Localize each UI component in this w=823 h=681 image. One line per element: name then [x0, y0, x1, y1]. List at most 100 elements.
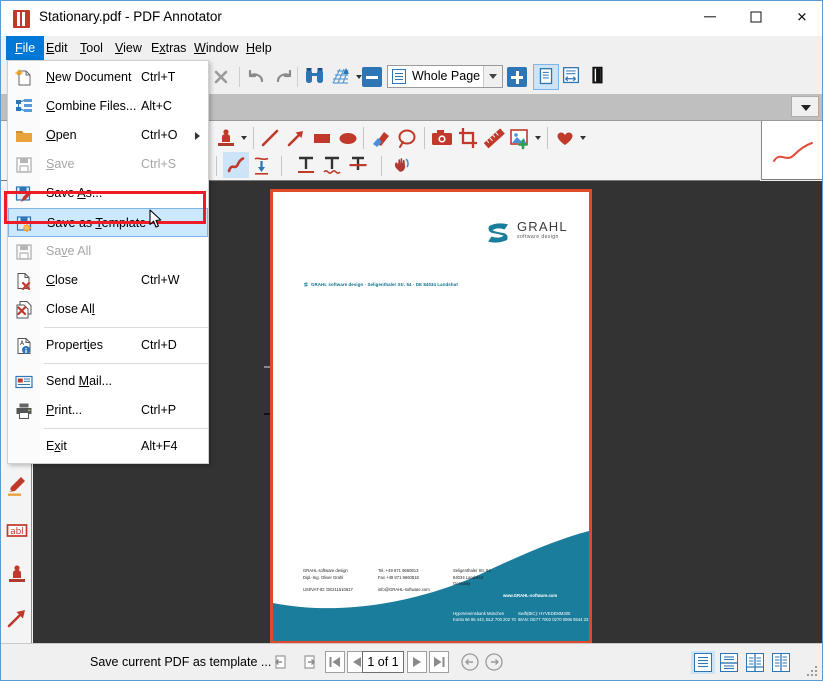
first-page-button[interactable] — [325, 651, 345, 673]
forward-button[interactable] — [483, 652, 505, 673]
footer-bank: HypoVereinsbank München Konto 66 95 443,… — [453, 611, 516, 623]
view-mode-single-page[interactable] — [691, 651, 715, 674]
view-mode-continuous[interactable] — [717, 651, 741, 674]
tool-eraser[interactable] — [368, 125, 394, 151]
menu-item-close[interactable]: Close Ctrl+W — [8, 266, 208, 295]
page-icon — [392, 69, 406, 84]
logo-subtitle: software design — [517, 234, 559, 240]
tool-ruler[interactable] — [481, 125, 507, 151]
menu-item-label: Save as Template — [47, 209, 146, 238]
back-button[interactable] — [459, 652, 481, 673]
stamp-dropdown-caret[interactable] — [241, 136, 247, 140]
menu-item-accel: Ctrl+T — [141, 63, 175, 92]
insert-image-dropdown-caret[interactable] — [535, 136, 541, 140]
tool-arrow[interactable] — [283, 125, 309, 151]
tool-strikeout[interactable] — [345, 152, 371, 178]
view-mode-two-pages-continuous[interactable] — [769, 651, 793, 674]
tool-rectangle[interactable] — [309, 125, 335, 151]
close-icon: ✕ — [797, 11, 808, 24]
menu-item-save-as-template[interactable]: Save as Template — [8, 208, 208, 237]
print-icon — [15, 402, 33, 420]
tool-underline[interactable] — [293, 152, 319, 178]
view-single-page-button[interactable] — [533, 64, 559, 90]
send-mail-icon — [15, 373, 33, 391]
properties-icon: A — [15, 337, 33, 355]
status-bar: Save current PDF as template ... 1 of 1 — [1, 643, 822, 681]
tool-squiggly[interactable] — [319, 152, 345, 178]
status-hint: Save current PDF as template ... — [90, 655, 271, 669]
pen-preview-panel — [761, 121, 822, 180]
tool-pen[interactable] — [223, 152, 249, 178]
menu-item-new-document[interactable]: New Document Ctrl+T — [8, 63, 208, 92]
menu-item-print[interactable]: Print... Ctrl+P — [8, 396, 208, 425]
document-logo: GRAHL software design — [485, 218, 567, 248]
menu-item-accel: Ctrl+P — [141, 396, 176, 425]
menu-item-exit[interactable]: Exit Alt+F4 — [8, 432, 208, 461]
chevron-down-icon[interactable] — [483, 66, 502, 87]
tool-favorites[interactable] — [552, 125, 578, 151]
redo-button[interactable] — [270, 64, 296, 90]
tool-highlighter[interactable] — [4, 473, 30, 499]
close-all-icon — [15, 301, 33, 319]
menu-item-label: Combine Files... — [46, 92, 136, 121]
menu-separator — [44, 363, 208, 364]
page-indicator[interactable]: 1 of 1 — [362, 651, 404, 673]
zoom-in-button[interactable] — [507, 67, 527, 87]
pdf-page[interactable]: GRAHL software design GRAHL software des… — [270, 189, 592, 644]
grid-button[interactable] — [328, 64, 354, 90]
menu-item-label: Close — [46, 266, 78, 295]
last-page-button[interactable] — [429, 651, 449, 673]
menu-item-save: Save Ctrl+S — [8, 150, 208, 179]
resize-grip[interactable] — [807, 666, 819, 678]
menu-item-open[interactable]: Open Ctrl+O — [8, 121, 208, 150]
menu-separator — [44, 327, 208, 328]
close-document-button[interactable] — [208, 64, 234, 90]
tool-insert-image[interactable] — [507, 125, 533, 151]
tool-snapshot[interactable] — [429, 125, 455, 151]
tool-lasso[interactable] — [394, 125, 420, 151]
menu-item-accel: Ctrl+D — [141, 331, 177, 360]
menu-help[interactable]: Help — [237, 36, 281, 60]
maximize-button[interactable] — [733, 1, 779, 33]
menu-item-label: New Document — [46, 63, 131, 92]
find-button[interactable] — [302, 64, 328, 90]
previous-view-button[interactable] — [271, 652, 293, 673]
grahl-logo-mark — [485, 220, 512, 246]
view-mode-two-pages[interactable] — [743, 651, 767, 674]
footer-column-2: Tel. +49 871 9660813 Fax +49 871 9660818… — [378, 568, 430, 593]
tool-pressure-pen[interactable] — [249, 152, 275, 178]
footer-column-1: GRAHL software design Dipl.-Ing. Oliver … — [303, 568, 353, 593]
combine-files-icon — [15, 98, 33, 116]
zoom-combobox[interactable]: Whole Page — [387, 65, 503, 88]
tool-ellipse[interactable] — [335, 125, 361, 151]
tool-text-box[interactable]: abl — [4, 517, 30, 543]
undo-button[interactable] — [244, 64, 270, 90]
tool-arrow-left[interactable] — [4, 605, 30, 631]
tab-list-dropdown[interactable] — [791, 96, 819, 117]
menu-item-save-as[interactable]: Save As... — [8, 179, 208, 208]
menu-item-send-mail[interactable]: Send Mail... — [8, 367, 208, 396]
menu-item-accel: Ctrl+W — [141, 266, 180, 295]
menu-bar: File Edit Tool View Extras Window Help — [1, 36, 822, 61]
zoom-out-button[interactable] — [362, 67, 382, 87]
next-page-button[interactable] — [407, 651, 427, 673]
save-icon — [15, 156, 33, 174]
tool-crop[interactable] — [455, 125, 481, 151]
menu-item-properties[interactable]: A Properties Ctrl+D — [8, 331, 208, 360]
view-fullscreen-button[interactable] — [585, 64, 611, 90]
minimize-button[interactable] — [687, 1, 733, 33]
favorites-dropdown-caret[interactable] — [580, 136, 586, 140]
menu-item-close-all[interactable]: Close All — [8, 295, 208, 324]
tool-hand[interactable] — [389, 152, 415, 178]
save-as-template-icon — [16, 215, 34, 233]
view-fit-width-button[interactable] — [559, 64, 585, 90]
next-view-button[interactable] — [297, 652, 319, 673]
menu-item-label: Properties — [46, 331, 103, 360]
menu-item-accel: Ctrl+O — [141, 121, 177, 150]
menu-item-accel: Alt+F4 — [141, 432, 177, 461]
tool-stamp[interactable] — [213, 125, 239, 151]
tool-stamp-left[interactable] — [4, 561, 30, 587]
close-button[interactable]: ✕ — [779, 1, 823, 33]
tool-line[interactable] — [257, 125, 283, 151]
menu-item-combine-files[interactable]: Combine Files... Alt+C — [8, 92, 208, 121]
